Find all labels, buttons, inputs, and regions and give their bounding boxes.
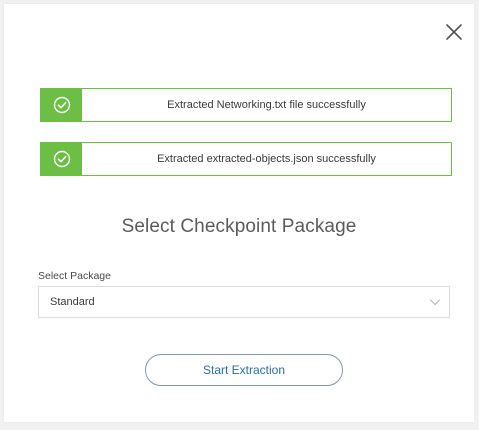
success-notification: Extracted Networking.txt file successful…	[40, 88, 452, 122]
package-select-label: Select Package	[38, 270, 111, 282]
close-icon	[446, 24, 462, 40]
dialog-heading: Select Checkpoint Package	[121, 216, 357, 237]
success-icon-box	[41, 143, 82, 175]
extraction-dialog: Extracted Networking.txt file successful…	[4, 4, 474, 422]
notification-text: Extracted Networking.txt file successful…	[167, 99, 366, 111]
notification-text: Extracted extracted-objects.json success…	[157, 153, 376, 165]
start-extraction-button[interactable]: Start Extraction	[145, 354, 343, 386]
check-circle-icon	[53, 96, 70, 114]
package-select[interactable]: Standard	[38, 286, 450, 318]
chevron-down-icon	[429, 299, 441, 306]
package-select-value: Standard	[50, 296, 95, 308]
close-button[interactable]	[442, 20, 466, 44]
success-icon-box	[41, 89, 82, 121]
success-notification: Extracted extracted-objects.json success…	[40, 142, 452, 176]
check-circle-icon	[53, 150, 70, 168]
